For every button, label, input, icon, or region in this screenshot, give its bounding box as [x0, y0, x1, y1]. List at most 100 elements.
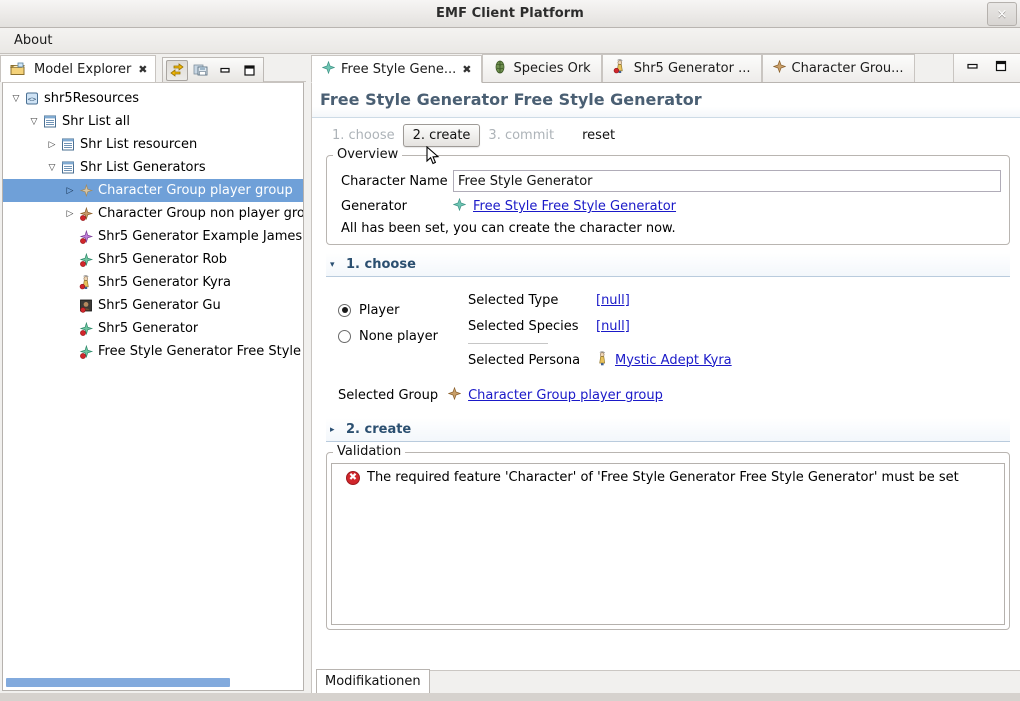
list-icon [59, 160, 77, 176]
tree-twisty-icon[interactable]: ▽ [27, 115, 41, 129]
tree-item[interactable]: ▷ Character Group non player gro [3, 202, 303, 225]
selected-persona-value: Mystic Adept Kyra [596, 350, 732, 370]
editor-tab[interactable]: Free Style Gene... ✖ [311, 55, 483, 83]
tree-item[interactable]: ▽ Shr List Generators [3, 156, 303, 179]
persona-icon [613, 59, 628, 78]
tabrow-filler [263, 55, 306, 82]
persona-icon [77, 275, 95, 291]
window-title: EMF Client Platform [436, 6, 584, 21]
maximize-icon[interactable] [238, 60, 260, 81]
tree-item-label: Shr List all [62, 114, 131, 129]
tab-modifikationen[interactable]: Modifikationen [316, 669, 430, 693]
editor-tab[interactable]: Shr5 Generator ... [601, 54, 762, 82]
tree-twisty-icon[interactable]: ▷ [63, 184, 77, 198]
selected-persona-row: Selected Persona Mystic Adept Kyra [468, 347, 1010, 373]
tree-item-label: Free Style Generator Free Style [98, 344, 302, 359]
form-bottom-tabrow: Modifikationen [312, 667, 1020, 693]
tree-twisty-icon[interactable] [63, 230, 77, 244]
tree-item[interactable]: ▽ <> shr5Resources [3, 87, 303, 110]
player-radio-group: Player None player [338, 287, 468, 349]
validation-group: Validation ✖ The required feature 'Chara… [326, 444, 1010, 630]
menu-about[interactable]: About [8, 31, 58, 50]
selected-type-link[interactable]: [null] [596, 293, 630, 308]
radio-none-player[interactable]: None player [338, 323, 468, 349]
tree-item[interactable]: Shr5 Generator Kyra [3, 271, 303, 294]
tree-item[interactable]: ▷ Character Group player group [3, 179, 303, 202]
tree-twisty-icon[interactable] [63, 345, 77, 359]
editor-tab[interactable]: Species Ork [482, 54, 602, 82]
save-icon[interactable] [190, 60, 212, 81]
tree-item[interactable]: Shr5 Generator Rob [3, 248, 303, 271]
diamond-brown-icon [772, 59, 786, 77]
tree-item[interactable]: Shr5 Generator [3, 317, 303, 340]
section-header-create[interactable]: ▸ 2. create [326, 418, 1010, 442]
editor-tab-close-icon[interactable]: ✖ [462, 63, 471, 76]
tree-twisty-icon[interactable] [63, 253, 77, 267]
radio-none-player-indicator[interactable] [338, 329, 351, 343]
list-icon [41, 114, 59, 130]
wizard-step-create[interactable]: 2. create [402, 124, 481, 147]
selected-species-link[interactable]: [null] [596, 319, 630, 334]
editor-minimize-icon[interactable] [966, 60, 980, 76]
editor-tab-label: Free Style Gene... [341, 61, 457, 77]
diamond-green-icon [452, 197, 467, 215]
section-body-choose: Player None player Selected Type [null] … [326, 283, 1010, 410]
selected-persona-link[interactable]: Mystic Adept Kyra [615, 353, 732, 368]
tree-item-label: Shr List Generators [80, 160, 206, 175]
section-title-choose: 1. choose [346, 257, 416, 272]
generator-link[interactable]: Free Style Free Style Generator [473, 199, 676, 214]
tree-twisty-icon[interactable] [63, 322, 77, 336]
tree-item-label: Shr5 Generator [98, 321, 199, 336]
wizard-step-commit[interactable]: 3. commit [480, 124, 562, 147]
tree-twisty-icon[interactable] [63, 276, 77, 290]
generator-icon [77, 344, 95, 360]
choose-top-row: Player None player Selected Type [null] … [338, 287, 1010, 373]
section-header-choose[interactable]: ▾ 1. choose [326, 253, 1010, 277]
selected-persona-label: Selected Persona [468, 352, 581, 368]
reset-button[interactable]: reset [572, 124, 625, 147]
tree-twisty-icon[interactable]: ▽ [45, 161, 59, 175]
validation-list[interactable]: ✖ The required feature 'Character' of 'F… [331, 463, 1005, 625]
tree-twisty-icon[interactable] [63, 299, 77, 313]
chevron-down-icon[interactable]: ▾ [330, 260, 340, 270]
menubar: About [0, 28, 1020, 54]
radio-player[interactable]: Player [338, 297, 468, 323]
selected-species-row: Selected Species [null] [468, 313, 1010, 339]
tree-item[interactable]: Free Style Generator Free Style [3, 340, 303, 363]
tree-item-label: Character Group non player gro [98, 206, 303, 221]
radio-player-indicator[interactable] [338, 303, 351, 317]
tree-twisty-icon[interactable]: ▷ [45, 138, 59, 152]
model-tree-container[interactable]: ▽ <> shr5Resources ▽ Shr List all ▷ Shr List r… [2, 82, 304, 691]
field-divider [468, 343, 548, 344]
window-close-button[interactable]: × [987, 2, 1017, 26]
model-tree: ▽ <> shr5Resources ▽ Shr List all ▷ Shr List r… [3, 83, 303, 363]
view-close-icon[interactable]: ✖ [138, 63, 147, 76]
tree-twisty-icon[interactable]: ▷ [63, 207, 77, 221]
tree-item[interactable]: ▽ Shr List all [3, 110, 303, 133]
overview-legend: Overview [333, 147, 403, 162]
view-tab-model-explorer[interactable]: Model Explorer ✖ [0, 55, 156, 82]
wizard-step-choose[interactable]: 1. choose [324, 124, 403, 147]
tree-item[interactable]: ▷ Shr List resourcen [3, 133, 303, 156]
model-explorer-icon [8, 61, 26, 77]
tree-scroll-thumb[interactable] [6, 678, 230, 687]
link-with-editor-icon[interactable] [165, 59, 188, 81]
species-icon [493, 60, 507, 78]
minimize-icon[interactable] [214, 60, 236, 81]
window-titlebar: EMF Client Platform × [0, 0, 1020, 28]
tree-item[interactable]: Shr5 Generator Gu [3, 294, 303, 317]
editor-tab-label: Shr5 Generator ... [633, 61, 751, 76]
chevron-right-icon[interactable]: ▸ [330, 425, 340, 435]
tree-item[interactable]: Shr5 Generator Example James [3, 225, 303, 248]
close-icon: × [996, 6, 1008, 22]
selected-group-link[interactable]: Character Group player group [468, 388, 663, 403]
editor-form: Free Style Generator Free Style Generato… [311, 83, 1020, 693]
page-title: Free Style Generator Free Style Generato… [312, 83, 1020, 118]
editor-maximize-icon[interactable] [994, 60, 1008, 76]
character-name-input[interactable] [453, 170, 1001, 192]
tree-twisty-icon[interactable]: ▽ [9, 92, 23, 106]
tree-horizontal-scrollbar[interactable] [6, 678, 300, 687]
svg-text:<>: <> [27, 95, 35, 103]
editor-tab[interactable]: Character Grou... [761, 54, 915, 82]
editor-area: Free Style Gene... ✖ Species Ork Shr5 Gener… [311, 54, 1020, 693]
